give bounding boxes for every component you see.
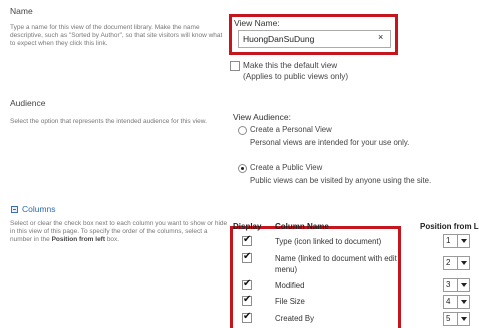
columns-section-title[interactable]: Columns [22, 204, 56, 214]
display-header: Display [233, 222, 262, 231]
position-value: 5 [446, 314, 451, 323]
column-name-header: Column Name [275, 222, 329, 231]
position-value: 4 [446, 297, 451, 306]
column-checkbox-modified[interactable] [242, 278, 252, 290]
column-checkbox-type[interactable] [242, 234, 252, 246]
clear-icon[interactable]: × [378, 32, 383, 42]
column-name-file-size: File Size [275, 297, 305, 306]
view-name-label: View Name: [234, 18, 280, 28]
chevron-down-icon [457, 296, 469, 308]
position-select-created-by[interactable]: 5 [443, 312, 470, 326]
chevron-down-icon [457, 279, 469, 291]
column-name-type: Type (icon linked to document) [275, 237, 382, 246]
column-name-modified: Modified [275, 281, 305, 290]
view-name-input[interactable]: HuongDanSuDung [238, 30, 391, 48]
position-select-modified[interactable]: 3 [443, 278, 470, 292]
audience-section-title: Audience [10, 98, 46, 108]
columns-section-description: Select or clear the check box next to ea… [10, 220, 228, 243]
position-header: Position from Left [420, 222, 479, 231]
name-section-title: Name [10, 6, 33, 16]
name-section-description: Type a name for this view of the documen… [10, 24, 223, 47]
default-view-label: Make this the default view [243, 61, 338, 70]
public-view-note: Public views can be visited by anyone us… [250, 176, 432, 185]
position-select-file-size[interactable]: 4 [443, 295, 470, 309]
column-checkbox-file-size[interactable] [242, 294, 252, 306]
position-value: 2 [446, 258, 451, 267]
column-checkbox-name[interactable] [242, 251, 252, 263]
chevron-down-icon [457, 313, 469, 325]
audience-section-description: Select the option that represents the in… [10, 118, 207, 125]
personal-view-label: Create a Personal View [250, 125, 332, 134]
default-view-checkbox[interactable] [230, 61, 240, 71]
default-view-note: (Applies to public views only) [243, 72, 349, 81]
column-checkbox-created-by[interactable] [242, 311, 252, 323]
position-select-type[interactable]: 1 [443, 234, 470, 248]
position-value: 1 [446, 236, 451, 245]
chevron-down-icon [457, 257, 469, 269]
view-audience-label: View Audience: [233, 112, 291, 122]
chevron-down-icon [457, 235, 469, 247]
column-name-created-by: Created By [275, 314, 315, 323]
personal-view-note: Personal views are intended for your use… [250, 138, 410, 147]
collapse-minus-icon[interactable] [11, 206, 18, 213]
public-view-label: Create a Public View [250, 163, 323, 172]
position-select-name[interactable]: 2 [443, 256, 470, 270]
column-name-name: Name (linked to document with edit menu) [275, 254, 397, 274]
public-view-radio[interactable] [238, 164, 247, 173]
position-value: 3 [446, 280, 451, 289]
personal-view-radio[interactable] [238, 126, 247, 135]
